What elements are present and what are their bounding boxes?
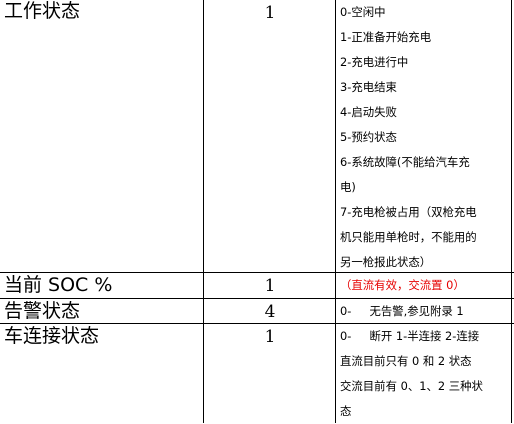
desc-line: 机只能用单枪时，不能用的 bbox=[340, 230, 477, 244]
desc-line: 0- 无告警,参见附录 1 bbox=[340, 304, 464, 318]
field-length-alarm-status: 4 bbox=[264, 302, 276, 322]
column-divider-name-length bbox=[203, 0, 204, 423]
desc-line: 7-充电枪被占用（双枪充电 bbox=[340, 205, 477, 219]
desc-line: 2-充电进行中 bbox=[340, 55, 409, 69]
field-length-soc: 1 bbox=[264, 276, 276, 296]
desc-line: 6-系统故障(不能给汽车充 bbox=[340, 155, 470, 169]
desc-line: 另一枪报此状态） bbox=[340, 255, 432, 269]
desc-line: 3-充电结束 bbox=[340, 80, 397, 94]
field-name-work-status: 工作状态 bbox=[4, 0, 81, 22]
desc-line: 交流目前有 0、1、2 三种状 bbox=[340, 379, 483, 393]
column-divider-length-desc bbox=[335, 0, 336, 423]
field-desc-soc: （直流有效，交流置 0） bbox=[340, 273, 512, 298]
desc-line: 4-启动失败 bbox=[340, 105, 397, 119]
field-desc-work-status: 0-空闲中 1-正准备开始充电 2-充电进行中 3-充电结束 4-启动失败 5-… bbox=[340, 0, 512, 275]
field-name-alarm-status: 告警状态 bbox=[4, 300, 81, 322]
field-name-soc: 当前 SOC % bbox=[4, 274, 113, 296]
desc-line: 电) bbox=[340, 180, 356, 194]
desc-line: 1-正准备开始充电 bbox=[340, 30, 432, 44]
field-desc-vehicle-connection: 0- 断开 1-半连接 2-连接 直流目前只有 0 和 2 状态 交流目前有 0… bbox=[340, 324, 512, 424]
desc-line: （直流有效，交流置 0） bbox=[340, 278, 465, 292]
field-desc-alarm-status: 0- 无告警,参见附录 1 bbox=[340, 299, 512, 324]
field-length-work-status: 1 bbox=[264, 3, 276, 23]
desc-line: 直流目前只有 0 和 2 状态 bbox=[340, 354, 472, 368]
field-length-vehicle-connection: 1 bbox=[264, 327, 276, 347]
desc-line: 态 bbox=[340, 404, 352, 418]
desc-line: 5-预约状态 bbox=[340, 130, 397, 144]
field-name-vehicle-connection: 车连接状态 bbox=[4, 325, 100, 347]
desc-line: 0-空闲中 bbox=[340, 5, 386, 19]
desc-line: 0- 断开 1-半连接 2-连接 bbox=[340, 329, 480, 343]
status-field-table: 工作状态 1 0-空闲中 1-正准备开始充电 2-充电进行中 3-充电结束 4-… bbox=[0, 0, 514, 423]
